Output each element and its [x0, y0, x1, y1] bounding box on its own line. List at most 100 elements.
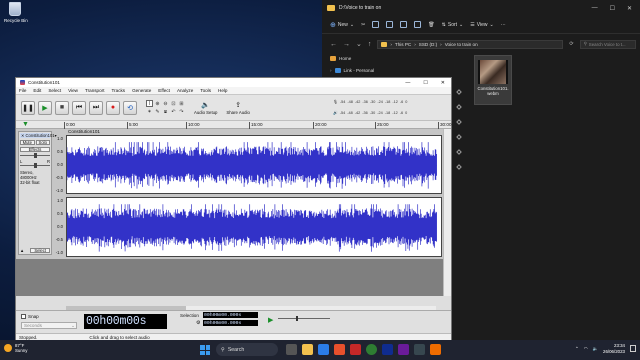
close-icon[interactable]: ✕: [441, 80, 445, 86]
explorer-search-input[interactable]: ⚲ Search Voice to t...: [579, 39, 636, 49]
playback-meter[interactable]: 🔊 -54 -48 -42 -36 -30 -24 -18 -12 -6 0: [333, 109, 447, 116]
menu-transport[interactable]: Transport: [85, 88, 105, 93]
menu-view[interactable]: View: [68, 88, 78, 93]
skip-end-button[interactable]: ⏭: [89, 100, 103, 115]
play-at-speed-icon[interactable]: ▶: [268, 316, 273, 324]
selection-tool-icon[interactable]: I: [146, 100, 153, 107]
new-button[interactable]: ⊕ New ⌄: [330, 21, 354, 29]
menu-edit[interactable]: Edit: [33, 88, 41, 93]
recent-chevron-icon[interactable]: ⌄: [356, 40, 362, 48]
rename-button[interactable]: [400, 21, 408, 28]
skip-start-button[interactable]: ⏮: [72, 100, 86, 115]
multi-tool-icon[interactable]: ✶: [146, 108, 153, 115]
maximize-icon[interactable]: ☐: [423, 80, 427, 86]
back-arrow-icon[interactable]: ←: [330, 41, 337, 48]
delete-button[interactable]: 🗑: [428, 22, 434, 28]
maximize-icon[interactable]: ☐: [610, 5, 615, 12]
menu-tools[interactable]: Tools: [200, 88, 211, 93]
file-item-webm[interactable]: Constitution101. webm: [474, 55, 512, 105]
waveform-channel-left[interactable]: [66, 135, 442, 194]
forward-arrow-icon[interactable]: →: [343, 41, 350, 48]
slider-thumb[interactable]: [296, 316, 298, 321]
edge-taskbar-icon[interactable]: [318, 344, 329, 355]
snap-units-select[interactable]: Seconds ⌄: [21, 322, 77, 329]
solo-button[interactable]: Solo: [35, 140, 50, 145]
pan-slider[interactable]: [20, 163, 50, 168]
loop-button[interactable]: ⟲: [123, 100, 137, 115]
view-button[interactable]: ☰ View ⌄: [470, 22, 493, 28]
record-meter[interactable]: 🎙 -54 -48 -42 -36 -30 -24 -18 -12 -6 0: [333, 98, 447, 105]
play-speed-slider[interactable]: [278, 316, 330, 321]
menu-file[interactable]: File: [19, 88, 26, 93]
breadcrumb-ssd[interactable]: SSD (D:): [419, 42, 437, 47]
audio-setup-button[interactable]: 🔈 Audio Setup: [194, 101, 217, 115]
track-name-dropdown[interactable]: ✕ Constitution101 ▾: [20, 133, 57, 138]
zoom-in-icon[interactable]: ⊕: [154, 100, 161, 107]
cut-button[interactable]: ✂: [361, 22, 365, 28]
selection-start-field[interactable]: 00h00m00.000s: [203, 312, 258, 318]
zoom-fit-icon[interactable]: ⊞: [178, 100, 185, 107]
app-taskbar-icon[interactable]: [430, 344, 441, 355]
breadcrumb-folder[interactable]: Voice to train on: [445, 42, 478, 47]
app-taskbar-icon[interactable]: [414, 344, 425, 355]
app-taskbar-icon[interactable]: [350, 344, 361, 355]
gear-icon[interactable]: ⚙: [196, 320, 200, 326]
taskbar-search[interactable]: ⚲ Search: [216, 343, 278, 356]
collapse-icon[interactable]: ▲: [20, 248, 24, 253]
tray-chevron-icon[interactable]: ⌃: [575, 346, 579, 352]
effects-button[interactable]: Effects: [20, 147, 50, 152]
close-icon[interactable]: ✕: [627, 5, 632, 12]
vertical-scrollbar[interactable]: [443, 129, 451, 296]
playhead-triangle-icon[interactable]: ▼: [22, 121, 29, 128]
track-close-icon[interactable]: ✕: [21, 133, 25, 138]
up-arrow-icon[interactable]: ↑: [368, 41, 372, 48]
breadcrumb-this-pc[interactable]: This PC: [395, 42, 411, 47]
recycle-bin-shortcut[interactable]: Recycle Bin: [4, 2, 28, 23]
notification-icon[interactable]: [630, 345, 636, 352]
minimize-icon[interactable]: —: [405, 80, 410, 86]
share-audio-button[interactable]: ⇪ Share Audio: [226, 101, 249, 115]
timeline-ruler[interactable]: ▼ 0:00 5:00 10:00 15:00 20:00 25:00 30:0…: [16, 121, 452, 129]
menu-help[interactable]: Help: [218, 88, 227, 93]
app-taskbar-icon[interactable]: [398, 344, 409, 355]
draw-tool-icon[interactable]: ✎: [154, 108, 161, 115]
volume-icon[interactable]: 🔈: [593, 346, 598, 352]
refresh-icon[interactable]: ⟳: [569, 41, 573, 47]
brave-taskbar-icon[interactable]: [334, 344, 345, 355]
empty-track-area[interactable]: [16, 259, 445, 296]
nav-item-onedrive[interactable]: › Link - Personal: [322, 64, 472, 76]
selection-end-field[interactable]: 00h00m00.000s: [203, 320, 258, 326]
waveform-channel-right[interactable]: [66, 197, 442, 257]
weather-widget[interactable]: 87°F Sunny: [4, 343, 27, 353]
menu-analyze[interactable]: Analyze: [177, 88, 193, 93]
mute-button[interactable]: Mute: [20, 140, 35, 145]
menu-generate[interactable]: Generate: [132, 88, 151, 93]
zoom-selection-icon[interactable]: ⊡: [170, 100, 177, 107]
paste-button[interactable]: [386, 21, 394, 28]
gain-slider[interactable]: [20, 153, 50, 158]
record-button[interactable]: ●: [106, 100, 120, 115]
file-explorer-taskbar-icon[interactable]: [302, 344, 313, 355]
redo-icon[interactable]: ↷: [178, 108, 185, 115]
more-button[interactable]: ···: [501, 22, 506, 28]
play-button[interactable]: ▶: [38, 100, 52, 115]
zoom-out-icon[interactable]: ⊖: [162, 100, 169, 107]
menu-tracks[interactable]: Tracks: [111, 88, 125, 93]
task-view-icon[interactable]: [286, 344, 297, 355]
menu-effect[interactable]: Effect: [158, 88, 170, 93]
select-button[interactable]: Select: [30, 248, 50, 253]
minimize-icon[interactable]: —: [592, 5, 598, 12]
trim-icon[interactable]: ⧈: [162, 108, 169, 115]
pause-button[interactable]: ❚❚: [21, 100, 35, 115]
audacity-taskbar-icon[interactable]: [382, 344, 393, 355]
stop-button[interactable]: ■: [55, 100, 69, 115]
share-button[interactable]: [414, 21, 422, 28]
address-bar[interactable]: › This PC › SSD (D:) › Voice to train on: [377, 39, 564, 49]
wifi-icon[interactable]: ◠: [584, 346, 588, 352]
clock[interactable]: 23:34 26/06/2023: [603, 343, 625, 354]
nav-item-home[interactable]: Home: [322, 52, 472, 64]
snap-checkbox[interactable]: [21, 314, 26, 319]
undo-icon[interactable]: ↶: [170, 108, 177, 115]
chrome-taskbar-icon[interactable]: [366, 344, 377, 355]
time-display[interactable]: 00h00m00s: [84, 314, 167, 329]
